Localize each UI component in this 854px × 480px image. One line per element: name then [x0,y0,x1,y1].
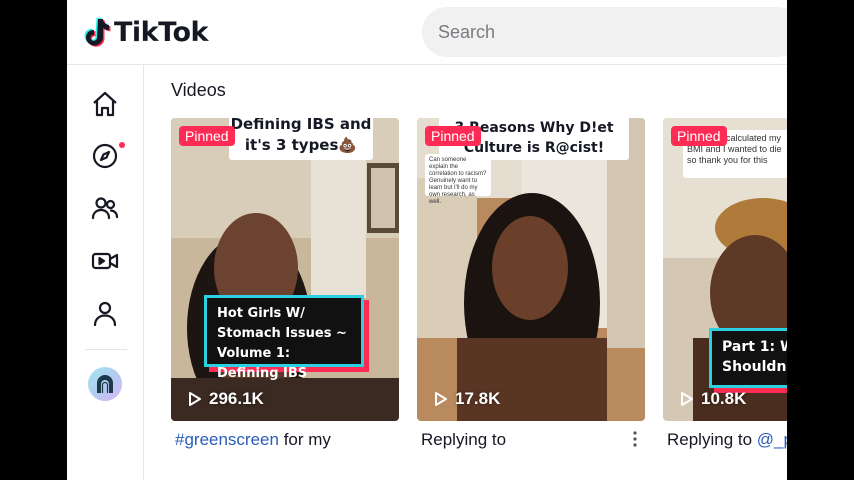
play-icon [681,392,693,406]
sidebar-item-explore[interactable] [91,142,125,170]
compass-icon [92,143,118,169]
play-icon [435,392,447,406]
video-card-2[interactable]: 3 Reasons Why D!et Culture is R@cist! Ca… [417,118,645,421]
video-caption-3: Replying to @_psv [667,430,787,450]
sidebar-divider [85,349,127,350]
view-count: 296.1K [187,389,264,409]
tiktok-logo[interactable]: TikTok [83,14,208,50]
sidebar-item-live[interactable] [91,247,119,275]
caption-text: for my [278,430,331,449]
view-count-value: 10.8K [701,389,747,408]
view-count-value: 296.1K [209,389,264,408]
mention-link[interactable]: @_psv [757,430,787,449]
hashtag-link[interactable]: #greenscreen [175,430,279,449]
video-overlay-caption: Hot Girls W/ Stomach Issues ~ Volume 1: … [204,295,364,381]
video-caption-2: Replying to [421,430,621,450]
view-count: 10.8K [679,389,746,409]
notification-dot [119,142,125,148]
video-camera-icon [91,252,119,270]
tiktok-page: TikTok Search Videos Defining IBS and it… [67,0,787,480]
video-overlay-title: Defining IBS and it's 3 types💩 [229,118,373,160]
sidebar-item-home[interactable] [91,90,119,118]
profile-icon [93,301,117,327]
reply-comment: Can someone explain the correlation to r… [425,154,491,205]
video-card-1[interactable]: Defining IBS and it's 3 types💩 Pinned Ho… [171,118,399,421]
user-avatar[interactable] [88,367,122,401]
arch-logo-icon [97,375,113,393]
view-count-value: 17.8K [455,389,501,408]
pinned-badge: Pinned [425,126,481,146]
pinned-badge: Pinned [179,126,235,146]
brand-name: TikTok [114,16,208,48]
sidebar-item-profile[interactable] [91,299,119,327]
tiktok-note-icon [84,17,111,47]
caption-text: Replying to [421,430,507,449]
caption-text: Replying to [667,430,757,449]
search-input[interactable] [438,21,738,43]
video-overlay-caption: Part 1: Wh Shouldn't [709,328,787,388]
people-icon [91,197,119,220]
section-title: Videos [171,80,226,100]
search-bar[interactable] [422,7,787,57]
sidebar [67,65,144,480]
sidebar-item-following[interactable] [91,194,119,222]
view-count: 17.8K [433,389,500,409]
more-options-icon[interactable] [628,429,642,449]
video-card-3[interactable]: I recently calculated my BMI and I wante… [663,118,787,421]
play-icon [189,392,201,406]
top-bar: TikTok [67,0,787,65]
video-caption-1: #greenscreen for my [175,430,401,450]
home-icon [93,91,117,117]
pinned-badge: Pinned [671,126,727,146]
